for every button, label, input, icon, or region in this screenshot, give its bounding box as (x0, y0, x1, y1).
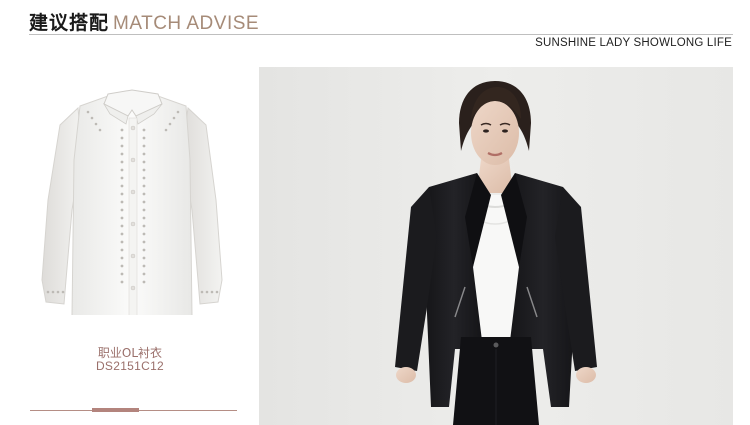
product-caption: 职业OL衬衣 DS2151C12 (40, 347, 220, 373)
brand-tagline: SUNSHINE LADY SHOWLONG LIFE (535, 37, 732, 49)
page: 建议搭配 MATCH ADVISE SUNSHINE LADY SHOWLONG… (0, 0, 750, 425)
section-title-cn: 建议搭配 (29, 12, 110, 34)
section-header: 建议搭配 MATCH ADVISE (29, 8, 259, 36)
section-title-en: MATCH ADVISE (113, 13, 260, 34)
model-photo[interactable] (259, 67, 733, 425)
product-code: DS2151C12 (95, 359, 165, 373)
white-blouse-image[interactable] (30, 80, 235, 315)
carousel-thumb[interactable] (92, 408, 140, 412)
header-divider (29, 34, 733, 35)
